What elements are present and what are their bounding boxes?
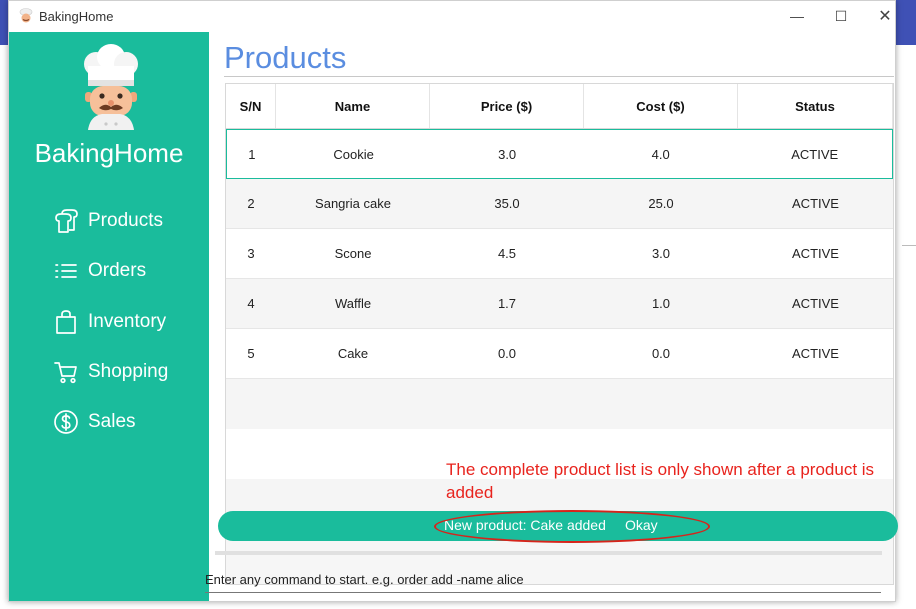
nav-label-orders: Orders bbox=[88, 260, 147, 281]
table-scroll-edge bbox=[215, 551, 882, 555]
annotation-note: The complete product list is only shown … bbox=[446, 460, 875, 502]
nav-item-sales[interactable]: Sales bbox=[53, 406, 136, 438]
cell-name: Waffle bbox=[334, 296, 372, 311]
table-row[interactable]: 2 Sangria cake 35.0 25.0 ACTIVE bbox=[226, 179, 893, 229]
column-header-name[interactable]: Name bbox=[276, 84, 430, 128]
page-title: Products bbox=[224, 40, 347, 75]
background-divider bbox=[902, 245, 916, 246]
title-divider bbox=[224, 76, 894, 77]
window-title: BakingHome bbox=[39, 9, 114, 24]
cell-status: ACTIVE bbox=[792, 196, 839, 211]
nav-item-orders[interactable]: Orders bbox=[53, 255, 146, 287]
cell-sn: 4 bbox=[247, 296, 255, 311]
cell-cost: 3.0 bbox=[651, 246, 671, 261]
cell-status: ACTIVE bbox=[791, 146, 839, 162]
cell-cost: 1.0 bbox=[651, 296, 671, 311]
nav-item-shopping[interactable]: Shopping bbox=[53, 356, 168, 388]
nav-item-inventory[interactable]: Inventory bbox=[53, 306, 166, 338]
cell-name: Cake bbox=[337, 346, 369, 361]
close-button[interactable]: ✕ bbox=[865, 5, 905, 27]
nav-label-shopping: Shopping bbox=[88, 361, 169, 382]
cell-price: 35.0 bbox=[494, 196, 520, 211]
minimize-button[interactable]: — bbox=[777, 5, 817, 27]
cell-cost: 0.0 bbox=[651, 346, 671, 361]
cell-status: ACTIVE bbox=[792, 296, 839, 311]
cell-cost: 25.0 bbox=[648, 196, 674, 211]
column-header-price[interactable]: Price ($) bbox=[430, 84, 584, 128]
cell-name: Scone bbox=[334, 246, 372, 261]
cell-price: 4.5 bbox=[497, 246, 517, 261]
column-header-sn[interactable]: S/N bbox=[226, 84, 276, 128]
cell-sn: 3 bbox=[247, 246, 255, 261]
list-icon bbox=[55, 264, 77, 278]
chef-logo-icon bbox=[84, 44, 138, 130]
bread-icon bbox=[55, 209, 78, 233]
command-input[interactable] bbox=[205, 566, 881, 593]
nav-item-products[interactable]: Products bbox=[53, 205, 163, 237]
cell-status: ACTIVE bbox=[792, 246, 839, 261]
cell-status: ACTIVE bbox=[792, 346, 839, 361]
table-row[interactable]: 3 Scone 4.5 3.0 ACTIVE bbox=[226, 229, 893, 279]
nav-label-products: Products bbox=[88, 210, 163, 231]
cell-price: 0.0 bbox=[497, 346, 517, 361]
empty-table-row bbox=[226, 379, 893, 430]
column-header-cost[interactable]: Cost ($) bbox=[584, 84, 738, 128]
cell-sn: 1 bbox=[248, 146, 256, 162]
app-chef-icon bbox=[19, 8, 33, 23]
cell-name: Cookie bbox=[333, 146, 374, 162]
title-bar[interactable]: BakingHome — ☐ ✕ bbox=[9, 1, 895, 32]
cell-sn: 2 bbox=[247, 196, 255, 211]
table-row[interactable]: 5 Cake 0.0 0.0 ACTIVE bbox=[226, 329, 893, 379]
nav-label-inventory: Inventory bbox=[88, 311, 167, 332]
cart-icon bbox=[54, 362, 77, 384]
cell-price: 1.7 bbox=[497, 296, 517, 311]
cell-name: Sangria cake bbox=[315, 196, 391, 211]
column-header-status[interactable]: Status bbox=[738, 84, 893, 128]
brand-name: BakingHome bbox=[34, 138, 184, 168]
sidebar: BakingHome Products Orders Inventory Sho… bbox=[9, 32, 209, 601]
dollar-icon bbox=[54, 410, 78, 434]
cell-price: 3.0 bbox=[498, 146, 517, 162]
table-row[interactable]: 1 Cookie 3.0 4.0 ACTIVE bbox=[226, 129, 893, 179]
bag-icon bbox=[56, 310, 76, 334]
annotation-ellipse bbox=[434, 510, 710, 543]
cell-sn: 5 bbox=[247, 346, 255, 361]
maximize-button[interactable]: ☐ bbox=[821, 5, 861, 27]
cell-cost: 4.0 bbox=[651, 146, 670, 162]
table-header: S/N Name Price ($) Cost ($) Status bbox=[226, 84, 893, 129]
nav-label-sales: Sales bbox=[88, 411, 136, 432]
table-row[interactable]: 4 Waffle 1.7 1.0 ACTIVE bbox=[226, 279, 893, 329]
command-box bbox=[205, 566, 885, 594]
